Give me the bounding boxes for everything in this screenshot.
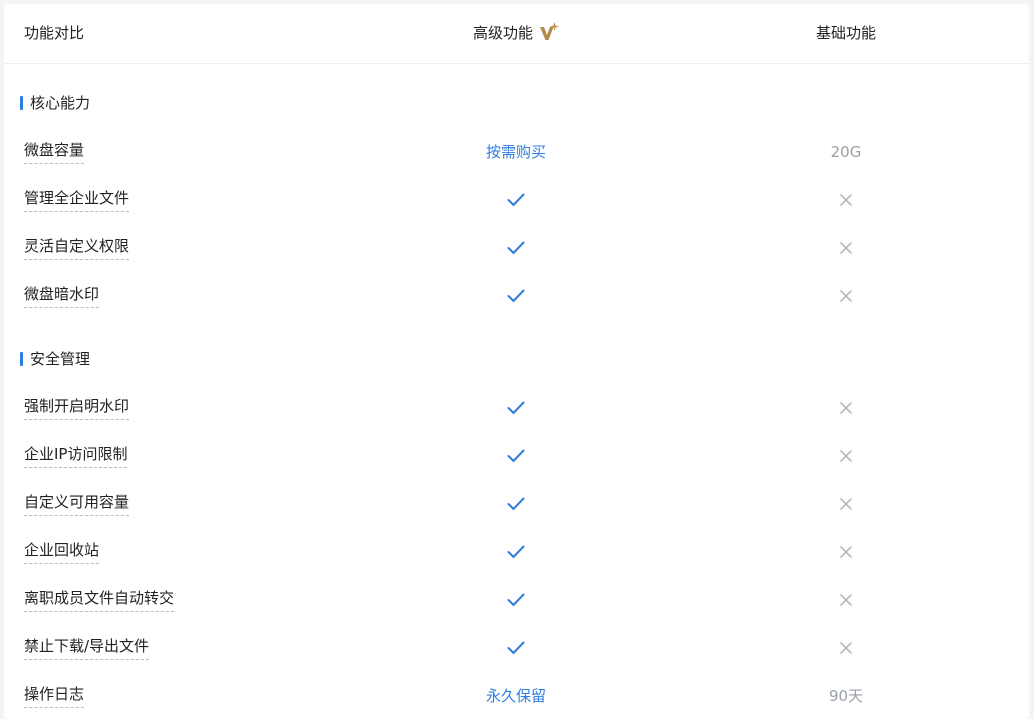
- feature-name[interactable]: 企业回收站: [24, 540, 100, 564]
- table-row: 灵活自定义权限: [4, 224, 1029, 272]
- check-icon: [416, 497, 616, 511]
- advanced-column-label: 高级功能: [472, 24, 533, 42]
- close-icon: [746, 450, 946, 462]
- feature-name[interactable]: 离职成员文件自动转交: [24, 588, 175, 612]
- close-icon: [746, 594, 946, 606]
- table-row: 离职成员文件自动转交: [4, 576, 1029, 624]
- check-icon: [416, 593, 616, 607]
- section-title: 核心能力: [20, 91, 90, 115]
- basic-value: 20G: [830, 143, 862, 161]
- feature-name[interactable]: 灵活自定义权限: [24, 236, 130, 260]
- feature-name[interactable]: 微盘容量: [24, 140, 85, 164]
- basic-value: 90天: [828, 687, 864, 705]
- close-icon: [746, 290, 946, 302]
- check-icon: [416, 289, 616, 303]
- check-icon: [416, 401, 616, 415]
- table-row: 自定义可用容量: [4, 480, 1029, 528]
- feature-name[interactable]: 管理全企业文件: [24, 188, 130, 212]
- table-row: 禁止下载/导出文件: [4, 624, 1029, 672]
- advanced-column-header: 高级功能: [416, 4, 616, 63]
- feature-name[interactable]: 企业IP访问限制: [24, 444, 128, 468]
- comparison-header: 功能对比 高级功能 基础功能: [4, 4, 1029, 64]
- feature-name[interactable]: 自定义可用容量: [24, 492, 130, 516]
- table-row: 微盘暗水印: [4, 272, 1029, 320]
- close-icon: [746, 546, 946, 558]
- advanced-value: 永久保留: [485, 687, 546, 705]
- table-row: 操作日志 永久保留 90天: [4, 672, 1029, 719]
- feature-name[interactable]: 操作日志: [24, 684, 85, 708]
- check-icon: [416, 449, 616, 463]
- check-icon: [416, 641, 616, 655]
- table-row: 强制开启明水印: [4, 384, 1029, 432]
- close-icon: [746, 402, 946, 414]
- check-icon: [416, 545, 616, 559]
- close-icon: [746, 194, 946, 206]
- feature-comparison-panel: 功能对比 高级功能 基础功能 微盘容量 按需购买 20G 管理全企业文件 灵活自定义权限…: [4, 4, 1029, 719]
- basic-column-header: 基础功能: [815, 24, 876, 42]
- table-row: 企业回收站: [4, 528, 1029, 576]
- close-icon: [746, 498, 946, 510]
- feature-name[interactable]: 禁止下载/导出文件: [24, 636, 150, 660]
- close-icon: [746, 242, 946, 254]
- check-icon: [416, 193, 616, 207]
- section-title: 安全管理: [20, 347, 90, 371]
- feature-name[interactable]: 强制开启明水印: [24, 396, 130, 420]
- feature-name[interactable]: 微盘暗水印: [24, 284, 100, 308]
- check-icon: [416, 241, 616, 255]
- vip-sparkle-icon: [539, 22, 559, 42]
- advanced-value: 按需购买: [485, 143, 546, 161]
- table-row: 微盘容量 按需购买 20G: [4, 128, 1029, 176]
- table-row: 管理全企业文件: [4, 176, 1029, 224]
- close-icon: [746, 642, 946, 654]
- table-row: 企业IP访问限制: [4, 432, 1029, 480]
